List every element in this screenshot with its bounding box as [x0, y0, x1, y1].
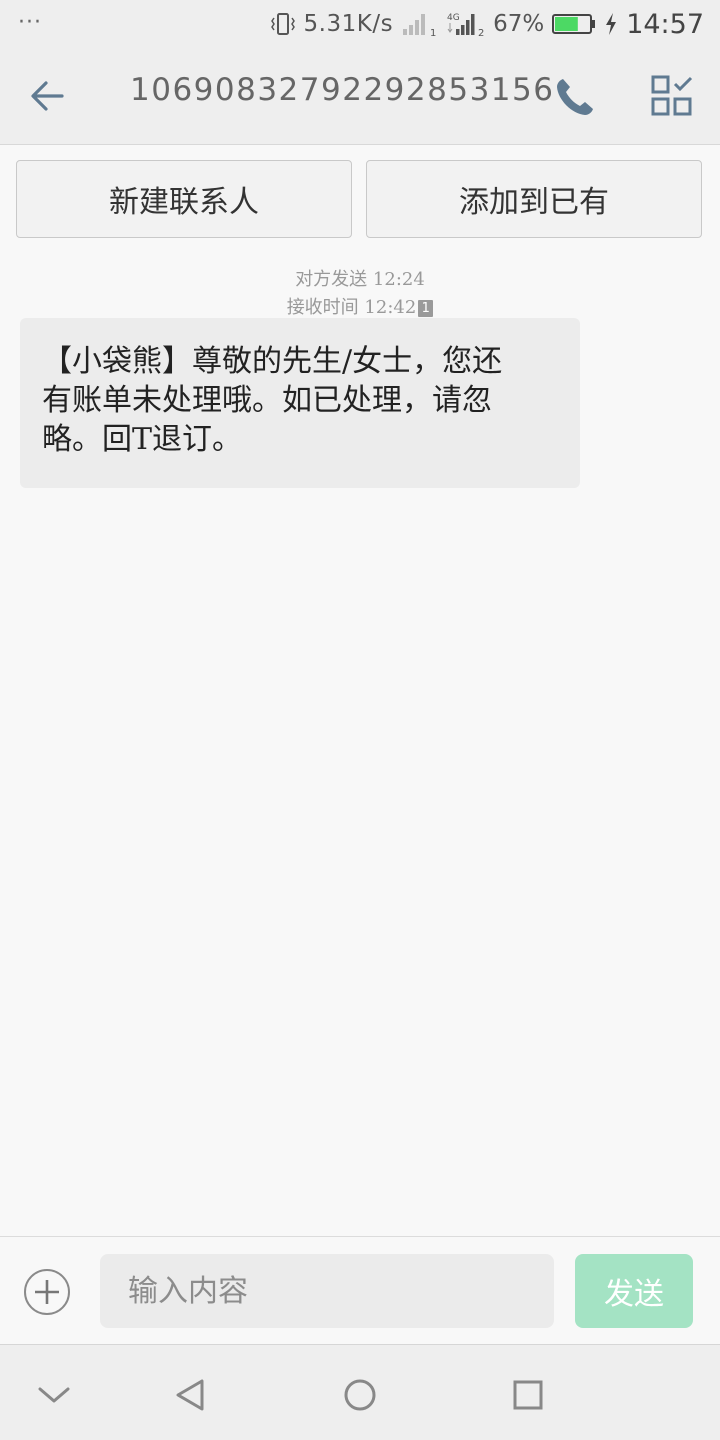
- messaging-screen: ··· 5.31K/s 1 4G 2 67% 14:57 10690832792…: [0, 0, 720, 1440]
- composer-bar: 发送: [0, 1236, 720, 1345]
- conversation-header: 10690832792292853156: [0, 48, 720, 145]
- network-speed: 5.31K/s: [303, 11, 394, 37]
- attach-button[interactable]: [24, 1269, 70, 1315]
- status-time: 14:57: [626, 8, 704, 40]
- chevron-down-icon[interactable]: [34, 1375, 74, 1415]
- navigation-bar: [0, 1344, 720, 1440]
- sim1-signal-icon: 1: [403, 14, 436, 37]
- status-right: 5.31K/s 1 4G 2 67% 14:57: [270, 6, 704, 42]
- plus-icon: [35, 1280, 59, 1304]
- send-button[interactable]: 发送: [575, 1254, 693, 1328]
- new-contact-button[interactable]: 新建联系人: [16, 160, 352, 238]
- sim-badge: 1: [418, 299, 434, 317]
- sim2-network-label: 4G: [447, 13, 460, 23]
- sim2-label: 2: [478, 28, 484, 37]
- sim1-label: 1: [430, 28, 436, 37]
- message-input[interactable]: [100, 1254, 554, 1328]
- back-arrow-icon[interactable]: [22, 74, 72, 118]
- received-label: 接收时间: [286, 297, 359, 318]
- phone-icon[interactable]: [552, 74, 600, 120]
- message-line: 略。回T退订。: [42, 422, 243, 457]
- notification-dots: ···: [18, 10, 42, 35]
- battery-icon: [552, 14, 596, 34]
- message-bubble[interactable]: 【小袋熊】尊敬的先生/女士，您还 有账单未处理哦。如已处理，请忽 略。回T退订。: [20, 318, 580, 488]
- charging-bolt-icon: [606, 13, 617, 35]
- triangle-back-icon[interactable]: [170, 1375, 210, 1415]
- received-time-row: 接收时间 12:42 1: [0, 293, 720, 319]
- sent-label: 对方发送: [295, 269, 368, 290]
- battery-percent: 67%: [493, 11, 545, 37]
- status-bar: ··· 5.31K/s 1 4G 2 67% 14:57: [0, 0, 720, 48]
- conversation-title: 10690832792292853156: [130, 72, 555, 108]
- received-time: 12:42: [364, 297, 417, 318]
- square-recent-icon[interactable]: [508, 1375, 548, 1415]
- circle-home-icon[interactable]: [340, 1375, 380, 1415]
- message-line: 【小袋熊】尊敬的先生/女士，您还: [42, 344, 503, 379]
- sent-time-row: 对方发送 12:24: [0, 265, 720, 291]
- sent-time: 12:24: [372, 269, 425, 290]
- vibrate-icon: [270, 13, 295, 35]
- grid-check-icon[interactable]: [650, 74, 694, 118]
- sim2-signal-icon: 4G 2: [447, 13, 484, 37]
- message-line: 有账单未处理哦。如已处理，请忽: [42, 383, 492, 418]
- add-to-existing-button[interactable]: 添加到已有: [366, 160, 702, 238]
